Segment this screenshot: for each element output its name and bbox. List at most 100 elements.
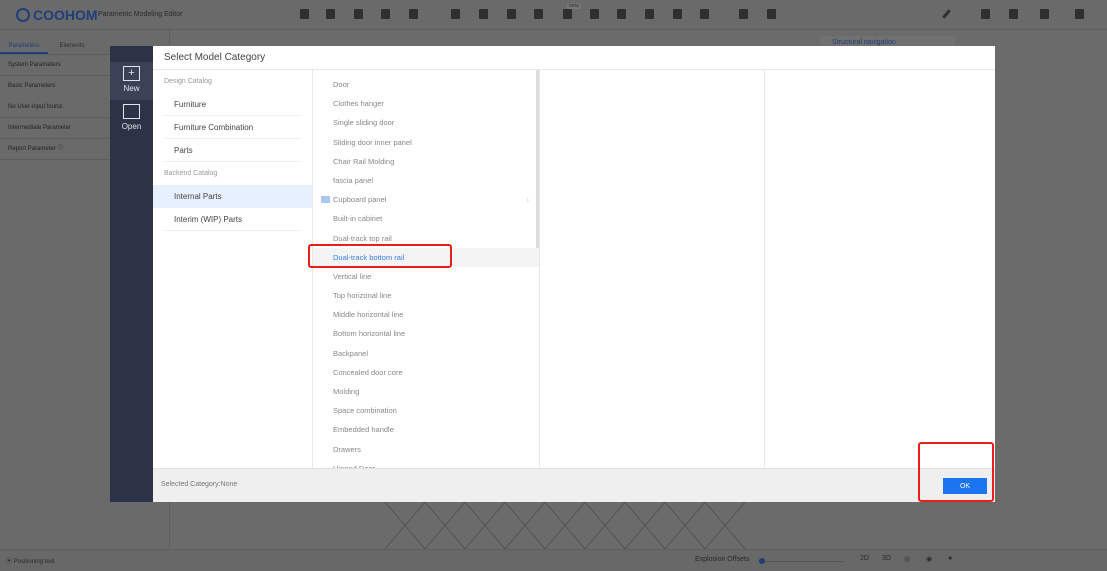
status-bar — [0, 549, 1107, 571]
subcategory-item[interactable]: Sliding door inner panel — [313, 133, 539, 152]
subcategory-label: Backpanel — [333, 348, 369, 358]
catalog-internal-parts[interactable]: Internal Parts — [153, 185, 312, 208]
subcategory-item[interactable]: Cupboard panel › — [313, 190, 539, 209]
empty-column-4 — [765, 70, 995, 468]
toolbar-tool-icon[interactable] — [1075, 9, 1084, 19]
subcategory-label: Built-in cabinet — [333, 214, 383, 224]
toolbar-tool-icon[interactable] — [700, 9, 709, 19]
dialog-title: Select Model Category — [153, 46, 995, 70]
group-design-catalog: Design Catalog — [164, 78, 212, 85]
subcategory-label: Dual-track top rail — [333, 233, 392, 243]
subcategory-label: Single sliding door — [333, 118, 395, 128]
toolbar-tool-icon[interactable] — [507, 9, 516, 19]
catalog-column: Design Catalog Furniture Furniture Combi… — [153, 70, 313, 468]
eye-icon[interactable]: ◉ — [926, 555, 932, 563]
catalog-furniture-combination[interactable]: Furniture Combination — [164, 116, 301, 139]
toolbar-tool-icon[interactable] — [1040, 9, 1049, 19]
toolbar-tool-icon[interactable] — [479, 9, 488, 19]
dialog-sidebar: + New Open — [110, 46, 153, 502]
subcategory-item[interactable]: Bottom horizontal line — [313, 324, 539, 343]
toolbar-tool-icon[interactable] — [563, 9, 572, 19]
toolbar-tool-icon[interactable] — [645, 9, 654, 19]
toolbar-tool-icon[interactable] — [590, 9, 599, 19]
subcategory-label: Concealed door core — [333, 367, 403, 377]
subcategory-label: Vertical line — [333, 271, 372, 281]
subcategory-label: Clothes hanger — [333, 99, 384, 109]
subcategory-label: Space combination — [333, 406, 397, 416]
group-backend-catalog: Backend Catalog — [164, 170, 218, 177]
toolbar-tool-icon[interactable] — [451, 9, 460, 19]
subcategory-item[interactable]: Concealed door core — [313, 363, 539, 382]
subcategory-label: Molding — [333, 387, 360, 396]
subcategory-item[interactable]: Chair Rail Molding — [313, 152, 539, 171]
toolbar-tool-icon[interactable] — [673, 9, 682, 19]
subcategory-item[interactable]: Drawers — [313, 440, 539, 459]
new-folder-icon: + — [123, 66, 140, 81]
toolbar-tool-icon[interactable] — [1009, 9, 1018, 19]
empty-column-3 — [540, 70, 765, 468]
subcategory-item[interactable]: Middle horizontal line — [313, 305, 539, 324]
subcategory-item[interactable]: Embedded handle — [313, 420, 539, 439]
toolbar-tool-icon[interactable] — [767, 9, 776, 19]
select-model-category-dialog: Select Model Category Design Catalog Fur… — [153, 46, 995, 502]
view-2d-button[interactable]: 2D — [860, 555, 869, 562]
subcategory-item[interactable]: Single sliding door — [313, 113, 539, 132]
toolbar-tool-icon[interactable] — [534, 9, 543, 19]
subcategory-label: fascia panel — [333, 175, 374, 185]
highlight-box-selected-item — [308, 244, 452, 268]
subcategory-item[interactable]: Vertical line — [313, 267, 539, 286]
subcategory-item[interactable]: Built-in cabinet — [313, 209, 539, 228]
new-button[interactable]: + New — [110, 62, 153, 100]
tab-elements[interactable]: Elements — [48, 30, 96, 54]
toolbar-tool-icon[interactable] — [981, 9, 990, 19]
logo-icon — [16, 8, 30, 22]
folder-icon — [123, 104, 140, 119]
explosion-slider-handle[interactable] — [759, 558, 765, 564]
toolbar-tool-icon[interactable] — [381, 9, 390, 19]
toolbar-tool-icon[interactable] — [739, 9, 748, 19]
subcategory-label: Middle horizontal line — [333, 310, 404, 320]
beta-badge: beta — [567, 3, 581, 9]
toolbar-tool-icon[interactable] — [409, 9, 418, 19]
folder-icon — [321, 196, 330, 204]
toolbar-tool-icon[interactable] — [354, 9, 363, 19]
subcategory-item[interactable]: Backpanel — [313, 344, 539, 363]
subcategory-item[interactable]: Molding — [313, 382, 539, 401]
tab-parameters[interactable]: Parameters — [0, 30, 48, 54]
canvas-drawing — [384, 502, 746, 549]
app-title: Parametric Modeling Editor — [98, 11, 183, 18]
view-button-5[interactable]: ● — [948, 555, 952, 562]
subcategory-label: Embedded handle — [333, 425, 394, 435]
toolbar-tool-icon[interactable] — [300, 9, 309, 19]
subcategory-item[interactable]: Hinged Door — [313, 459, 539, 468]
catalog-furniture[interactable]: Furniture — [164, 93, 301, 116]
chevron-right-icon: › — [526, 195, 530, 205]
subcategory-label: Bottom horizontal line — [333, 329, 406, 339]
dialog-footer: Selected Category:None OK — [153, 468, 995, 502]
selected-category: Selected Category:None — [161, 481, 238, 488]
subcategory-label: Cupboard panel — [333, 195, 387, 205]
catalog-interim-parts[interactable]: Interim (WIP) Parts — [164, 208, 301, 231]
subcategory-item[interactable]: Top horizonal line — [313, 286, 539, 305]
subcategory-label: Chair Rail Molding — [333, 156, 395, 166]
view-3d-button[interactable]: 3D — [882, 555, 891, 562]
explosion-slider[interactable] — [758, 561, 843, 562]
catalog-parts[interactable]: Parts — [164, 139, 301, 162]
subcategory-label: Door — [333, 80, 350, 89]
toolbar-tool-icon[interactable] — [326, 9, 335, 19]
logo: COOHOM — [16, 7, 98, 23]
open-button[interactable]: Open — [110, 100, 153, 138]
subcategory-label: Sliding door inner panel — [333, 137, 412, 147]
subcategory-column: Door Clothes hanger Single sliding door Sli… — [313, 70, 540, 468]
subcategory-item[interactable]: Space combination — [313, 401, 539, 420]
positioning-tool[interactable]: ⦿ Positioning tool — [6, 556, 54, 565]
subcategory-item[interactable]: Clothes hanger — [313, 94, 539, 113]
subcategory-label: Top horizonal line — [333, 291, 392, 301]
explosion-offsets-label: Explosion Offsets — [695, 556, 750, 563]
toolbar-tool-icon[interactable] — [617, 9, 626, 19]
subcategory-item[interactable]: Door — [313, 75, 539, 94]
subcategory-item[interactable]: fascia panel — [313, 171, 539, 190]
highlight-box-ok — [918, 442, 994, 502]
subcategory-label: Drawers — [333, 444, 361, 454]
view-button-3[interactable]: ◎ — [904, 555, 910, 563]
